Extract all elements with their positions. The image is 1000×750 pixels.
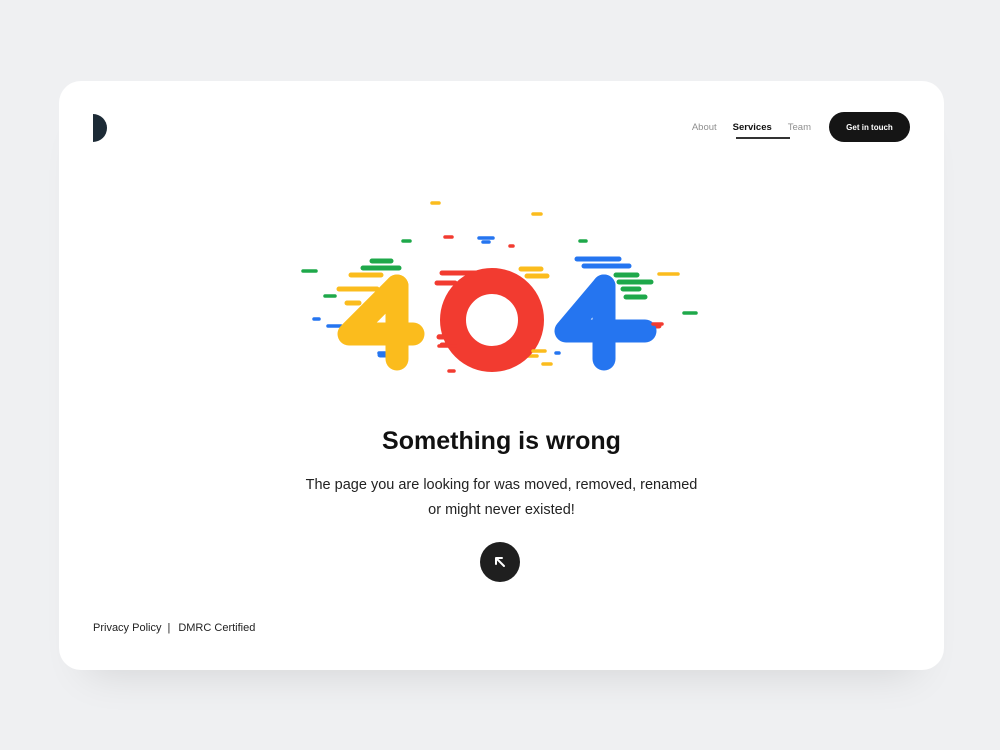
privacy-policy-link[interactable]: Privacy Policy	[93, 622, 161, 634]
get-in-touch-button[interactable]: Get in touch	[829, 112, 910, 142]
dmrc-certified-link[interactable]: DMRC Certified	[178, 622, 255, 634]
nav-team-link[interactable]: Team	[788, 122, 811, 133]
go-back-button[interactable]	[480, 542, 520, 582]
error-description: The page you are looking for was moved, …	[59, 473, 944, 523]
logo-icon[interactable]	[93, 114, 107, 142]
nav-services-link[interactable]: Services	[733, 122, 772, 133]
nav-active-underline	[736, 137, 790, 139]
top-nav: About Services Team Get in touch	[676, 112, 910, 142]
error-description-line-1: The page you are looking for was moved, …	[305, 477, 698, 493]
error-description-line-2: or might never existed!	[428, 502, 575, 518]
footer-separator: |	[167, 622, 171, 634]
error-card: About Services Team Get in touch Somethi…	[59, 81, 944, 670]
arrow-up-left-icon	[495, 557, 505, 567]
page-title: Something is wrong	[382, 427, 621, 455]
footer: Privacy Policy | DMRC Certified	[93, 622, 255, 634]
nav-about-link[interactable]: About	[692, 122, 717, 133]
